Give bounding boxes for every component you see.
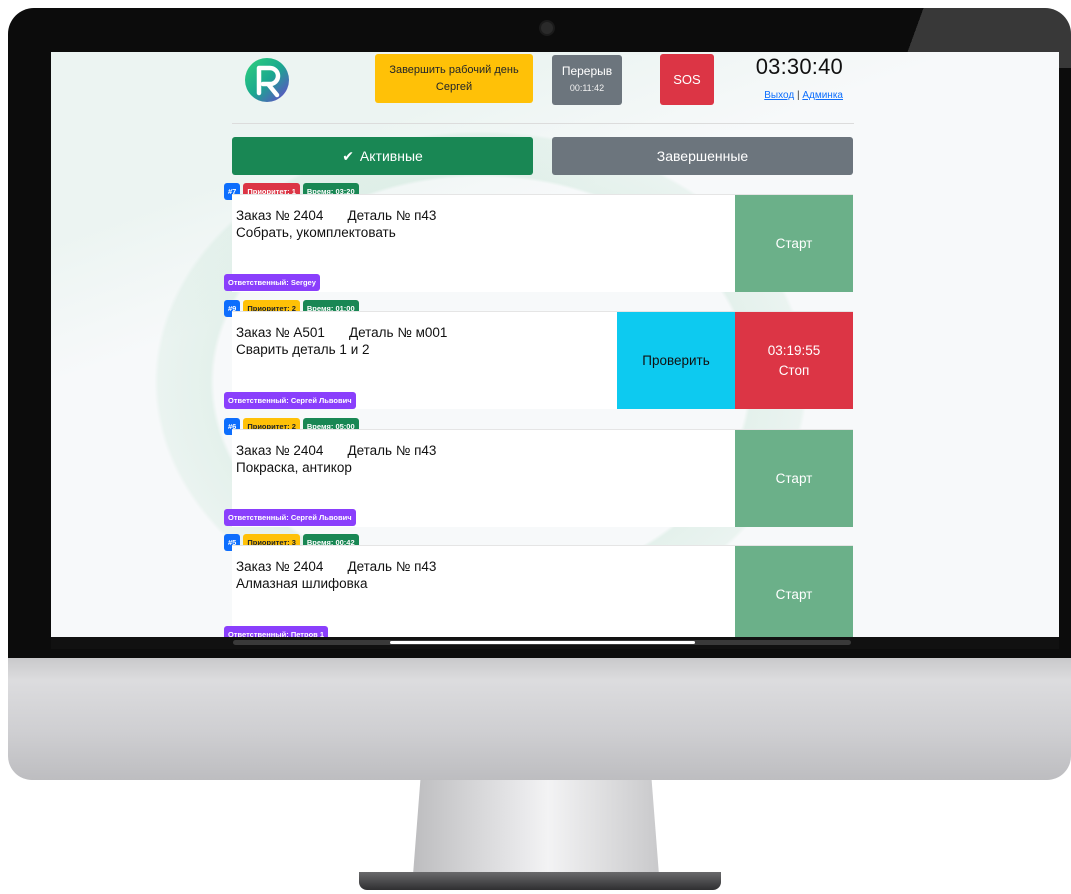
responsible-row: Ответственный: Сергей Львович [224, 509, 356, 526]
task-operation: Алмазная шлифовка [236, 576, 368, 591]
checkmark-icon: ✔ [342, 147, 354, 164]
camera-icon [541, 22, 553, 34]
sos-label: SOS [673, 72, 701, 87]
task-text: Заказ № 2404 Деталь № п43 Собрать, укомпл… [236, 207, 436, 241]
task-text: Заказ № 2404 Деталь № п43 Алмазная шлифов… [236, 558, 436, 592]
monitor-chin-edge [8, 658, 1071, 680]
worker-name: Сергей [435, 80, 473, 93]
logo-icon [245, 58, 289, 102]
tab-active[interactable]: ✔ Активные [232, 137, 533, 175]
task-card: Заказ № 2404 Деталь № п43 Собрать, укомпл… [232, 194, 853, 292]
end-workday-label: Завершить рабочий день [389, 63, 519, 76]
start-button[interactable]: Старт [735, 546, 853, 637]
admin-link[interactable]: Админка [802, 90, 843, 101]
header-links: Выход | Админка [753, 90, 843, 101]
task-operation: Сварить деталь 1 и 2 [236, 342, 370, 357]
tab-completed[interactable]: Завершенные [552, 137, 853, 175]
responsible-row: Ответственный: Sergey [224, 274, 320, 291]
end-workday-button[interactable]: Завершить рабочий день Сергей [375, 54, 533, 103]
scrollbar-thumb[interactable] [390, 641, 695, 644]
responsible-badge: Ответственный: Sergey [224, 274, 320, 291]
responsible-row: Ответственный: Сергей Львович [224, 392, 356, 409]
current-time: 03:30:40 [755, 54, 843, 79]
part-number: Деталь № м001 [348, 325, 448, 340]
responsible-row: Ответственный: Петров 1 [224, 626, 329, 637]
monitor-foot [359, 872, 721, 890]
stop-label: Стоп [778, 362, 810, 378]
break-button[interactable]: Перерыв 00:11:42 [552, 55, 622, 105]
responsible-badge: Ответственный: Сергей Львович [224, 392, 356, 409]
responsible-badge: Ответственный: Сергей Львович [224, 509, 356, 526]
part-number: Деталь № п43 [347, 443, 437, 458]
order-number: Заказ № 2404 [236, 443, 324, 458]
break-timer: 00:11:42 [569, 83, 605, 93]
start-button[interactable]: Старт [735, 430, 853, 527]
task-operation: Покраска, антикор [236, 460, 352, 475]
order-number: Заказ № 2404 [236, 208, 324, 223]
header-divider [232, 123, 854, 124]
task-text: Заказ № 2404 Деталь № п43 Покраска, антик… [236, 442, 436, 476]
task-operation: Собрать, укомплектовать [236, 225, 396, 240]
tab-completed-label: Завершенные [656, 148, 749, 164]
order-number: Заказ № 2404 [236, 559, 324, 574]
check-button[interactable]: Проверить [617, 312, 735, 409]
task-card: Заказ № 2404 Деталь № п43 Алмазная шлифов… [232, 545, 853, 637]
task-text: Заказ № А501 Деталь № м001 Сварить деталь… [236, 324, 447, 358]
tab-active-label: Активные [359, 148, 423, 164]
stop-button[interactable]: 03:19:55 Стоп [735, 312, 853, 409]
task-timer: 03:19:55 [767, 342, 821, 358]
sos-button[interactable]: SOS [660, 54, 714, 105]
part-number: Деталь № п43 [347, 559, 437, 574]
part-number: Деталь № п43 [347, 208, 437, 223]
order-number: Заказ № А501 [236, 325, 325, 340]
break-label: Перерыв [561, 64, 613, 78]
logout-link[interactable]: Выход [764, 90, 794, 101]
responsible-badge: Ответственный: Петров 1 [224, 626, 329, 637]
app-screen: Завершить рабочий день Сергей Перерыв 00… [51, 52, 1059, 637]
monitor-stand [413, 780, 659, 875]
start-button[interactable]: Старт [735, 195, 853, 292]
